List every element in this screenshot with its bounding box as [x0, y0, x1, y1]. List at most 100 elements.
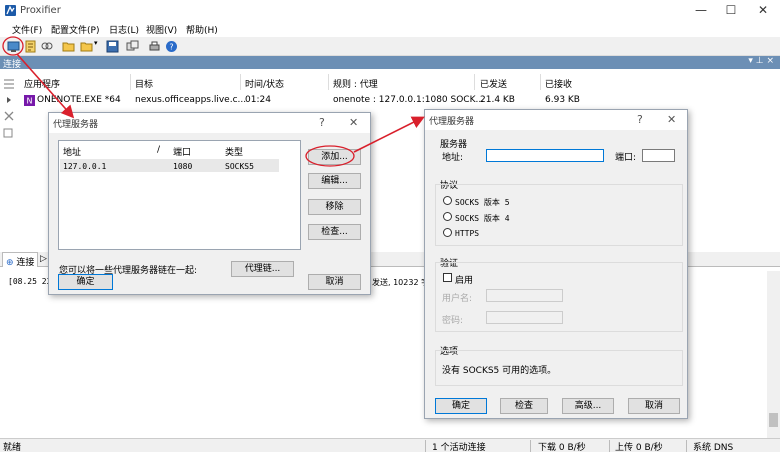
- menu-help[interactable]: 帮助(H): [186, 23, 218, 36]
- log-scrollbar[interactable]: [767, 271, 780, 438]
- row-rule[interactable]: onenote : 127.0.0.1:1080 SOCK...: [333, 95, 484, 105]
- save-icon[interactable]: [106, 40, 119, 53]
- radio-socks5[interactable]: [443, 196, 452, 205]
- check-button[interactable]: 检查...: [308, 224, 361, 240]
- row-app[interactable]: ONENOTE.EXE *64: [37, 95, 121, 105]
- panel-controls[interactable]: ▾ ⊥ ×: [748, 56, 774, 66]
- list-header-type[interactable]: 类型: [225, 145, 243, 158]
- check-button[interactable]: 检查: [500, 398, 548, 414]
- ok-button[interactable]: 确定: [58, 274, 113, 290]
- column-header-rule[interactable]: 规则 : 代理: [333, 77, 378, 90]
- scroll-thumb[interactable]: [769, 413, 778, 427]
- advanced-icon[interactable]: [126, 40, 139, 53]
- proxy-list[interactable]: 地址 / 端口 类型 127.0.0.1 1080 SOCKS5: [58, 140, 301, 250]
- column-header-sent[interactable]: 已发送: [480, 77, 507, 90]
- column-header-time[interactable]: 时间/状态: [245, 77, 284, 90]
- row-sent[interactable]: 21.4 KB: [480, 95, 515, 105]
- options-text: 没有 SOCKS5 可用的选项。: [442, 366, 557, 376]
- dialog-title: 代理服务器: [429, 117, 475, 127]
- status-bar: 就绪 1 个活动连接 下载 0 B/秒 上传 0 B/秒 系统 DNS: [0, 438, 780, 452]
- dialog-title-bar: 代理服务器 ? ✕: [49, 113, 370, 133]
- status-dns: 系统 DNS: [693, 443, 734, 452]
- tab-connections[interactable]: ⊕ 连接: [2, 252, 39, 268]
- column-header-received[interactable]: 已接收: [545, 77, 572, 90]
- onenote-app-icon: N: [24, 95, 35, 106]
- server-group-label: 服务器: [440, 140, 468, 150]
- close-connection-icon[interactable]: [2, 109, 16, 123]
- title-bar: Proxifier — ☐ ✕: [0, 0, 780, 21]
- dialog-title: 代理服务器: [53, 120, 99, 130]
- password-label: 密码:: [442, 316, 464, 326]
- column-divider: [240, 74, 241, 90]
- connections-panel-header: 连接 ▾ ⊥ ×: [0, 56, 780, 70]
- dialog-close-button[interactable]: ✕: [667, 113, 676, 126]
- list-row-type[interactable]: SOCKS5: [225, 162, 254, 171]
- row-target[interactable]: nexus.officeapps.live.c...: [135, 95, 246, 105]
- username-label: 用户名:: [442, 294, 473, 304]
- radio-socks5-label: SOCKS 版本 5: [455, 198, 510, 207]
- ok-button[interactable]: 确定: [435, 398, 487, 414]
- close-button[interactable]: ✕: [746, 2, 780, 19]
- folder-dropdown-icon[interactable]: [80, 40, 93, 53]
- port-input[interactable]: [642, 149, 675, 162]
- proxy-servers-icon[interactable]: [7, 40, 20, 53]
- app-title: Proxifier: [20, 5, 61, 16]
- proxy-chain-button[interactable]: 代理链...: [231, 261, 294, 277]
- name-resolution-icon[interactable]: [40, 40, 53, 53]
- row-time[interactable]: 01:24: [245, 95, 271, 105]
- menu-view[interactable]: 视图(V): [146, 23, 177, 36]
- enable-auth-checkbox[interactable]: [443, 273, 452, 282]
- status-ready: 就绪: [3, 443, 22, 452]
- toolbar: ▾ ?: [0, 37, 780, 56]
- list-row-port[interactable]: 1080: [173, 162, 192, 171]
- log-line: [08.25 23: [8, 277, 52, 286]
- proxification-rules-icon[interactable]: [24, 40, 37, 53]
- print-icon[interactable]: [148, 40, 161, 53]
- address-label: 地址:: [442, 153, 464, 163]
- column-header-target[interactable]: 目标: [135, 77, 153, 90]
- minimize-button[interactable]: —: [684, 2, 718, 19]
- expand-icon[interactable]: [2, 93, 16, 107]
- advanced-button[interactable]: 高级...: [562, 398, 614, 414]
- dialog-title-bar: 代理服务器 ? ✕: [425, 110, 687, 130]
- radio-socks4[interactable]: [443, 212, 452, 221]
- status-divider: [425, 440, 426, 452]
- enable-auth-label: 启用: [455, 276, 474, 286]
- column-divider: [328, 74, 329, 90]
- dialog-help-button[interactable]: ?: [319, 116, 325, 129]
- list-header-address[interactable]: 地址: [63, 145, 81, 158]
- open-profile-icon[interactable]: [62, 40, 75, 53]
- status-divider: [686, 440, 687, 452]
- list-header-port[interactable]: 端口: [173, 145, 191, 158]
- column-header-app[interactable]: 应用程序: [24, 77, 60, 90]
- menu-bar: 文件(F) 配置文件(P) 日志(L) 视图(V) 帮助(H): [0, 21, 780, 37]
- maximize-button[interactable]: ☐: [714, 2, 748, 19]
- dialog-help-button[interactable]: ?: [637, 113, 643, 126]
- remove-button[interactable]: 移除: [308, 199, 361, 215]
- radio-https[interactable]: [443, 228, 452, 237]
- menu-file[interactable]: 文件(F): [12, 23, 42, 36]
- copy-icon[interactable]: [2, 125, 16, 139]
- cancel-button[interactable]: 取消: [628, 398, 680, 414]
- menu-log[interactable]: 日志(L): [109, 23, 139, 36]
- username-input: [486, 289, 563, 302]
- proxy-server-edit-dialog: 代理服务器 ? ✕ 服务器 地址: 端口: 协议 SOCKS 版本 5 SOCK…: [424, 109, 688, 419]
- help-icon[interactable]: ?: [165, 40, 178, 53]
- row-received[interactable]: 6.93 KB: [545, 95, 580, 105]
- cancel-button[interactable]: 取消: [308, 274, 361, 290]
- svg-text:?: ?: [169, 43, 173, 52]
- radio-socks4-label: SOCKS 版本 4: [455, 214, 510, 223]
- status-divider: [530, 440, 531, 452]
- address-input[interactable]: [486, 149, 604, 162]
- list-view-icon[interactable]: [2, 77, 16, 91]
- side-toolbar: [2, 77, 18, 141]
- add-button[interactable]: 添加...: [308, 149, 361, 165]
- edit-button[interactable]: 编辑...: [308, 173, 361, 189]
- column-divider: [474, 74, 475, 90]
- dialog-close-button[interactable]: ✕: [349, 116, 358, 129]
- password-input: [486, 311, 563, 324]
- list-row-address[interactable]: 127.0.0.1: [63, 162, 106, 171]
- tab-next-icon[interactable]: ▷: [40, 254, 47, 264]
- menu-profile[interactable]: 配置文件(P): [51, 23, 99, 36]
- svg-text:N: N: [27, 97, 33, 106]
